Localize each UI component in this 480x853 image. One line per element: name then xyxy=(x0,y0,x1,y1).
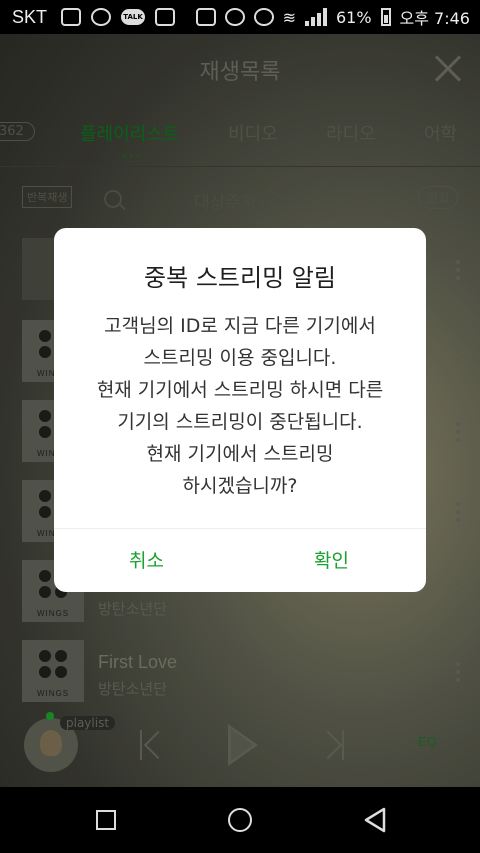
back-icon[interactable] xyxy=(362,807,388,833)
dialog-line: 기기의 스트리밍이 중단됩니다. xyxy=(117,411,363,433)
clock: 오후 7:46 xyxy=(399,9,470,28)
dialog-line: 고객님의 ID로 지금 다른 기기에서 xyxy=(104,315,376,337)
battery-percent: 61% xyxy=(335,7,372,27)
carrier-label: SKT xyxy=(12,6,48,27)
home-icon[interactable] xyxy=(228,808,252,832)
screen-mirror-icon xyxy=(195,8,216,26)
navigation-bar xyxy=(0,787,480,853)
gallery-icon xyxy=(155,8,176,26)
notification-icon xyxy=(91,8,112,26)
battery-icon xyxy=(380,8,391,26)
cancel-button[interactable]: 취소 xyxy=(129,546,164,573)
dialog-line: 하시겠습니까? xyxy=(182,475,298,497)
dialog-message: 고객님의 ID로 지금 다른 기기에서 스트리밍 이용 중입니다. 현재 기기에… xyxy=(54,310,426,502)
status-bar: SKT TALK ≋ 61% 오후 7:46 xyxy=(0,0,480,34)
confirm-button[interactable]: 확인 xyxy=(314,546,349,573)
message-icon xyxy=(61,8,82,26)
signal-icon xyxy=(304,8,327,26)
dialog-line: 스트리밍 이용 중입니다. xyxy=(143,347,337,369)
do-not-disturb-icon xyxy=(224,8,245,26)
recent-apps-icon[interactable] xyxy=(96,810,116,830)
duplicate-streaming-dialog: 중복 스트리밍 알림 고객님의 ID로 지금 다른 기기에서 스트리밍 이용 중… xyxy=(54,228,426,592)
dialog-divider xyxy=(54,528,426,529)
dialog-line: 현재 기기에서 스트리밍 xyxy=(146,443,334,465)
kakaotalk-icon: TALK xyxy=(121,9,146,25)
alarm-icon xyxy=(253,8,274,26)
wifi-icon: ≋ xyxy=(282,7,296,27)
music-app-screen: SKT TALK ≋ 61% 오후 7:46 재생목록 362 플레이리스트 •… xyxy=(0,0,480,787)
dialog-line: 현재 기기에서 스트리밍 하시면 다른 xyxy=(96,379,384,401)
dialog-title: 중복 스트리밍 알림 xyxy=(144,264,336,292)
